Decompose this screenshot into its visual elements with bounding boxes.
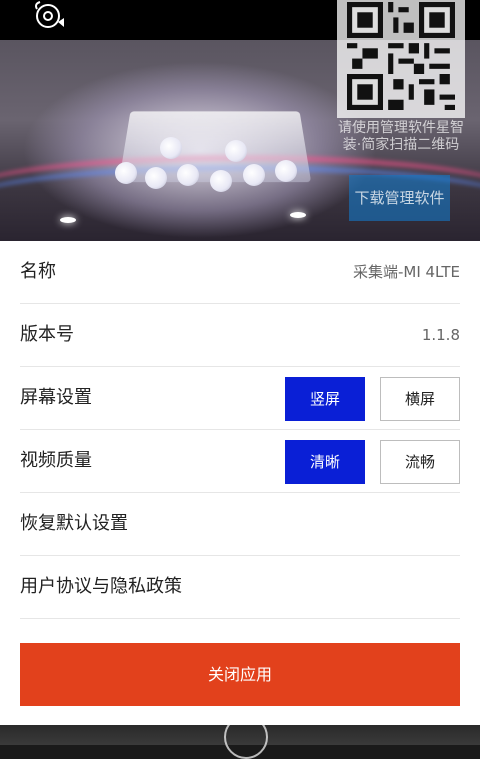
version-label: 版本号 — [20, 324, 74, 345]
settings-row-version: 版本号 1.1.8 — [20, 304, 460, 367]
qr-code-box — [337, 0, 465, 118]
name-label: 名称 — [20, 261, 56, 282]
video-quality-label: 视频质量 — [20, 450, 92, 471]
shutter-icon[interactable] — [224, 715, 268, 759]
ceiling-spotlight — [290, 212, 306, 218]
camera-preview: 请使用管理软件星智装·简家扫描二维码 下载管理软件 — [0, 0, 480, 241]
privacy-policy-label: 用户协议与隐私政策 — [20, 576, 182, 597]
rotate-camera-icon[interactable] — [30, 0, 70, 36]
qr-caption: 请使用管理软件星智装·简家扫描二维码 — [338, 120, 464, 153]
quality-clear-button[interactable]: 清晰 — [285, 440, 365, 484]
privacy-policy-item[interactable]: 用户协议与隐私政策 — [20, 556, 460, 619]
settings-row-screen: 屏幕设置 竖屏 横屏 — [20, 367, 460, 430]
restore-defaults-item[interactable]: 恢复默认设置 — [20, 493, 460, 556]
ceiling-spotlight — [60, 217, 76, 223]
chandelier — [115, 92, 315, 197]
name-value: 采集端-MI 4LTE — [352, 263, 460, 281]
restore-defaults-label: 恢复默认设置 — [20, 513, 128, 534]
bottom-bar — [0, 715, 480, 759]
settings-row-name: 名称 采集端-MI 4LTE — [20, 241, 460, 304]
settings-panel: 名称 采集端-MI 4LTE 版本号 1.1.8 屏幕设置 竖屏 横屏 视频质量… — [0, 241, 480, 725]
screen-setting-label: 屏幕设置 — [20, 387, 92, 408]
version-value: 1.1.8 — [421, 326, 460, 344]
quality-smooth-button[interactable]: 流畅 — [380, 440, 460, 484]
qr-code-icon — [347, 2, 455, 110]
settings-row-video-quality: 视频质量 清晰 流畅 — [20, 430, 460, 493]
close-app-button[interactable]: 关闭应用 — [20, 643, 460, 706]
download-app-button[interactable]: 下载管理软件 — [349, 175, 450, 221]
landscape-button[interactable]: 横屏 — [380, 377, 460, 421]
portrait-button[interactable]: 竖屏 — [285, 377, 365, 421]
